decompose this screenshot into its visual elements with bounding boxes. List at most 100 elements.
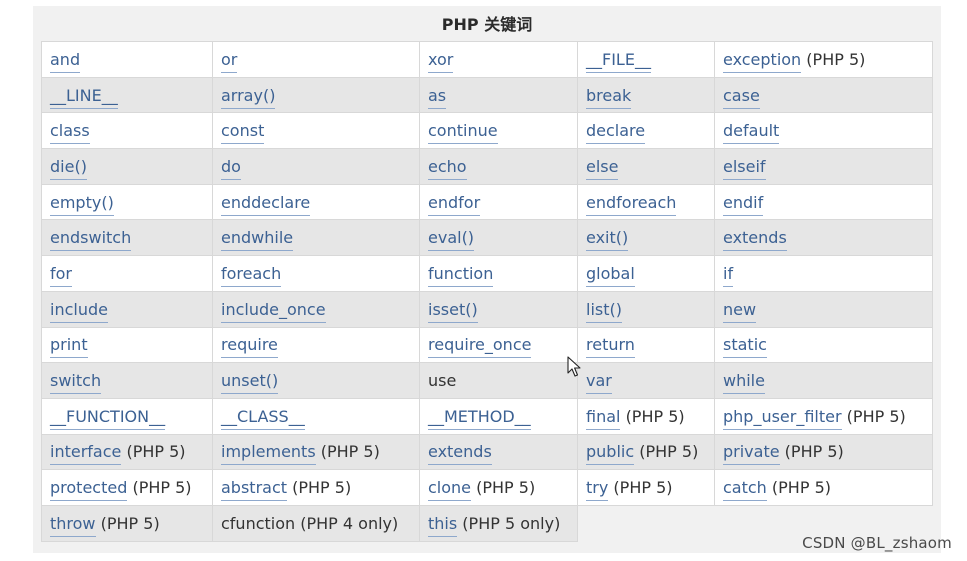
keyword-cell: throw (PHP 5) [41, 504, 213, 542]
keyword-link[interactable]: __METHOD__ [428, 406, 531, 430]
keyword-cell: isset() [419, 290, 578, 328]
keyword-cell: global [577, 255, 715, 292]
keyword-link[interactable]: while [723, 371, 765, 395]
keyword-link[interactable]: endforeach [586, 192, 677, 216]
keyword-cell: if [714, 255, 933, 292]
keyword-link[interactable]: const [221, 121, 265, 145]
keyword-cell: interface (PHP 5) [41, 433, 213, 471]
keyword-cell: include_once [212, 290, 420, 328]
keyword-link[interactable]: class [50, 121, 90, 145]
keyword-cell: switch [41, 362, 213, 399]
keyword-link[interactable]: exit() [586, 228, 629, 252]
keyword-link[interactable]: __FILE__ [586, 49, 651, 73]
version-note: (PHP 5 only) [462, 513, 561, 533]
keyword-link[interactable]: global [586, 263, 635, 287]
keyword-cell: endwhile [212, 219, 420, 257]
keyword-link[interactable]: continue [428, 121, 498, 145]
keyword-link[interactable]: private [723, 442, 780, 466]
keyword-cell: protected (PHP 5) [41, 469, 213, 506]
keyword-link[interactable]: __FUNCTION__ [50, 406, 166, 430]
keyword-link[interactable]: __LINE__ [50, 85, 118, 109]
keyword-link[interactable]: print [50, 335, 88, 359]
keyword-link[interactable]: as [428, 85, 447, 109]
keyword-cell: endswitch [41, 219, 213, 257]
keyword-link[interactable]: for [50, 263, 72, 287]
keyword-link[interactable]: php_user_filter [723, 406, 842, 430]
keyword-link[interactable]: unset() [221, 371, 279, 395]
keyword-cell: as [419, 76, 578, 114]
keyword-cell: use [419, 362, 578, 399]
keyword-cell: while [714, 362, 933, 399]
keyword-link[interactable]: static [723, 335, 767, 359]
keyword-link[interactable]: exception [723, 49, 802, 73]
version-note: (PHP 5) [132, 478, 192, 498]
keyword-link[interactable]: empty() [50, 192, 114, 216]
keyword-link[interactable]: __CLASS__ [221, 406, 305, 430]
version-note: (PHP 5) [784, 442, 844, 462]
keyword-cell: implements (PHP 5) [212, 433, 420, 471]
keyword-cell: function [419, 255, 578, 292]
keyword-link[interactable]: catch [723, 478, 767, 502]
keyword-link[interactable]: declare [586, 121, 646, 145]
keyword-link[interactable]: default [723, 121, 780, 145]
keyword-link[interactable]: include [50, 299, 108, 323]
keyword-link[interactable]: list() [586, 299, 622, 323]
keyword-link[interactable]: or [221, 49, 238, 73]
keyword-link[interactable]: throw [50, 513, 96, 537]
keyword-link[interactable]: if [723, 263, 734, 287]
keyword-link[interactable]: try [586, 478, 609, 502]
keyword-link[interactable]: protected [50, 478, 128, 502]
keyword-link[interactable]: endif [723, 192, 764, 216]
keyword-link[interactable]: endfor [428, 192, 481, 216]
keyword-link[interactable]: switch [50, 371, 102, 395]
keyword-link[interactable]: break [586, 85, 632, 109]
keyword-link[interactable]: require_once [428, 335, 532, 359]
keyword-link[interactable]: case [723, 85, 760, 109]
keyword-link[interactable]: implements [221, 442, 316, 466]
keyword-link[interactable]: final [586, 406, 621, 430]
keyword-link[interactable]: xor [428, 49, 454, 73]
keyword-cell: eval() [419, 219, 578, 257]
keyword-cell: endforeach [577, 183, 715, 221]
keyword-link[interactable]: return [586, 335, 635, 359]
keyword-cell: extends [419, 433, 578, 471]
keyword-link[interactable]: array() [221, 85, 276, 109]
keyword-link[interactable]: eval() [428, 228, 475, 252]
keyword-link[interactable]: do [221, 156, 241, 180]
keyword-link[interactable]: include_once [221, 299, 326, 323]
keyword-link[interactable]: this [428, 513, 458, 537]
keyword-link[interactable]: extends [428, 442, 492, 466]
keyword-cell: require_once [419, 326, 578, 364]
keyword-link[interactable]: extends [723, 228, 787, 252]
keyword-cell: cfunction (PHP 4 only) [212, 504, 420, 542]
table-row: include include_once isset() list() new [41, 290, 933, 328]
table-row: empty() enddeclare endfor endforeach endif [41, 183, 933, 221]
keyword-link[interactable]: public [586, 442, 635, 466]
keyword-link[interactable]: abstract [221, 478, 288, 502]
keyword-link[interactable]: foreach [221, 263, 282, 287]
keyword-link[interactable]: endwhile [221, 228, 294, 252]
keyword-link[interactable]: new [723, 299, 757, 323]
keyword-link[interactable]: endswitch [50, 228, 132, 252]
keyword-link[interactable]: else [586, 156, 619, 180]
keyword-cell: foreach [212, 255, 420, 292]
keyword-link[interactable]: and [50, 49, 81, 73]
keyword-link[interactable]: enddeclare [221, 192, 311, 216]
keyword-link[interactable]: function [428, 263, 494, 287]
version-note: (PHP 5) [476, 478, 536, 498]
version-note: (PHP 5) [639, 442, 699, 462]
keyword-link[interactable]: echo [428, 156, 467, 180]
keyword-link[interactable]: interface [50, 442, 122, 466]
keyword-cell: __FUNCTION__ [41, 397, 213, 435]
keyword-link[interactable]: require [221, 335, 278, 359]
keyword-cell: abstract (PHP 5) [212, 469, 420, 506]
keyword-link[interactable]: die() [50, 156, 87, 180]
keyword-link[interactable]: isset() [428, 299, 478, 323]
keyword-link[interactable]: elseif [723, 156, 766, 180]
keyword-link[interactable]: var [586, 371, 612, 395]
keyword-cell: php_user_filter (PHP 5) [714, 397, 933, 435]
keyword-cell: endif [714, 183, 933, 221]
keyword-cell: for [41, 255, 213, 292]
table-row: interface (PHP 5) implements (PHP 5) exten… [41, 433, 933, 471]
keyword-link[interactable]: clone [428, 478, 472, 502]
